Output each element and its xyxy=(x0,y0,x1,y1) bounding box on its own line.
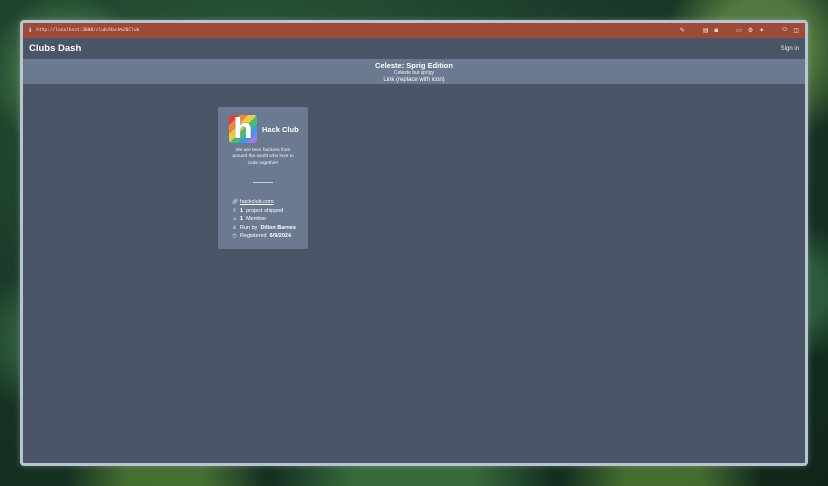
club-description: We are teen hackers from around the worl… xyxy=(232,148,294,166)
fact-website: 🔗︎ hackclub.com xyxy=(232,198,302,207)
registered-label: Registered xyxy=(240,233,267,240)
brand-title[interactable]: Clubs Dash xyxy=(29,43,81,54)
projects-label: project shipped xyxy=(246,207,284,214)
announcement-link[interactable]: Link (replace with icon) xyxy=(23,77,805,84)
fact-projects: ⇪ 1 project shipped xyxy=(232,207,302,216)
ship-icon: ⇪ xyxy=(232,207,237,214)
announcement-title: Celeste: Sprig Edition xyxy=(375,61,453,70)
folder-icon[interactable]: ▭ xyxy=(736,27,742,34)
fact-members: ☺ 1 Member xyxy=(232,215,302,224)
members-count: 1 xyxy=(240,216,244,223)
divider xyxy=(253,182,273,184)
app-header: Clubs Dash Sign in xyxy=(23,38,805,59)
extension-icon[interactable]: ✦ xyxy=(759,27,764,34)
run-by-name: Dillon Barnes xyxy=(260,224,296,231)
projects-count: 1 xyxy=(240,207,244,214)
website-link[interactable]: hackclub.com xyxy=(240,198,274,207)
announcement-subtitle: Celeste but sprigy xyxy=(393,70,435,76)
person-icon: ♙ xyxy=(232,224,237,231)
run-by-label: Run by xyxy=(240,224,258,231)
browser-window: ℹ http://localhost:3000/club/Hack%20Club… xyxy=(20,20,808,466)
clock-icon: ◷ xyxy=(232,233,237,240)
fact-run-by: ♙ Run by Dillon Barnes xyxy=(232,224,302,233)
club-name: Hack Club xyxy=(262,124,299,134)
sidebar-icon[interactable]: ◫ xyxy=(793,27,799,34)
gear-icon[interactable]: ⚙ xyxy=(748,27,753,34)
club-card-header: h Hack Club xyxy=(229,115,302,143)
fact-registered: ◷ Registered 6/9/2024 xyxy=(232,232,302,241)
camera-icon[interactable]: ◙ xyxy=(714,28,718,34)
announcement-banner: Celeste: Sprig Edition Celeste but sprig… xyxy=(23,59,805,84)
link-icon: 🔗︎ xyxy=(232,199,239,206)
main-content: h Hack Club We are teen hackers from aro… xyxy=(23,84,805,463)
club-card: h Hack Club We are teen hackers from aro… xyxy=(218,107,308,249)
sign-in-link[interactable]: Sign in xyxy=(781,46,799,52)
club-logo: h xyxy=(229,115,257,143)
club-facts: 🔗︎ hackclub.com ⇪ 1 project shipped ☺ 1 … xyxy=(232,198,302,241)
info-icon[interactable]: ℹ xyxy=(29,27,31,34)
browser-toolbar: ℹ http://localhost:3000/club/Hack%20Club… xyxy=(23,23,805,38)
url-bar[interactable]: http://localhost:3000/club/Hack%20Club xyxy=(36,28,680,33)
member-icon: ☺ xyxy=(232,216,238,223)
reader-icon[interactable]: ▤ xyxy=(703,27,709,34)
browser-tools: ✎ ▤ ◙ ▭ ⚙ ✦ ⬭ ◫ xyxy=(680,27,799,34)
edit-icon[interactable]: ✎ xyxy=(680,27,685,34)
toggle-icon[interactable]: ⬭ xyxy=(782,27,787,34)
members-label: Member xyxy=(246,216,267,223)
registered-date: 6/9/2024 xyxy=(269,233,292,240)
